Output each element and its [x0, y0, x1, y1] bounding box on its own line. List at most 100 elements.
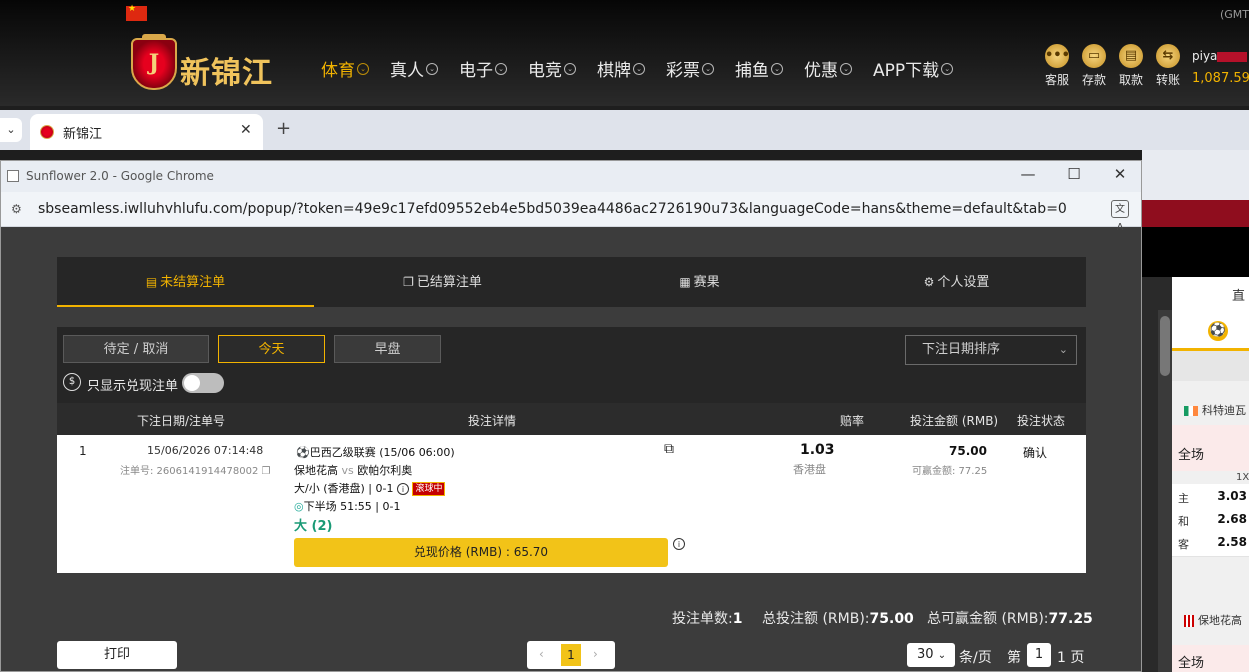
nav-live-casino[interactable]: 真人 ⌄	[390, 56, 438, 81]
nav-promotions[interactable]: 优惠 ⌄	[804, 56, 852, 81]
bet-league: ⚽巴西乙级联赛 (15/06 06:00)	[296, 446, 455, 459]
site-logo-text[interactable]: 新锦江	[180, 48, 273, 92]
browser-tab[interactable]: 新锦江 ✕	[30, 114, 263, 150]
bet-odds: 1.03	[800, 442, 835, 458]
nav-lottery[interactable]: 彩票 ⌄	[666, 56, 714, 81]
row-index: 1	[79, 444, 87, 458]
chevron-down-icon: ⌄	[1058, 343, 1068, 356]
nav-sports[interactable]: 体育 ⌄	[321, 56, 369, 81]
nav-fishing[interactable]: 捕鱼 ⌄	[735, 56, 783, 81]
new-tab-icon[interactable]: +	[276, 118, 291, 139]
side-section-label: 全场	[1178, 448, 1205, 463]
logo-letter: J	[148, 50, 160, 76]
live-badge: 滚球中	[412, 482, 446, 496]
chevron-down-icon: ⌄	[426, 62, 438, 75]
chevron-down-icon: ⌄	[840, 62, 852, 75]
next-page-icon[interactable]: ›	[593, 647, 598, 661]
close-window-icon[interactable]: ✕	[1105, 165, 1135, 183]
side-panel-bar	[1172, 351, 1249, 381]
cash-icon: ▤	[1119, 44, 1143, 68]
withdraw-button[interactable]: ▤ 取款	[1113, 44, 1149, 88]
cashout-only-label: 只显示兑现注单	[87, 379, 179, 394]
chevron-down-icon: ⌄	[702, 62, 714, 75]
bet-stake: 75.00	[949, 444, 987, 458]
money-bag-icon: $	[63, 373, 81, 391]
customer-service-button[interactable]: ••• 客服	[1039, 44, 1075, 88]
main-nav: 体育 ⌄ 真人 ⌄ 电子 ⌄ 电竞 ⌄ 棋牌 ⌄ 彩票 ⌄ 捕鱼 ⌄ 优惠 ⌄ APP下载 ⌄	[321, 56, 974, 81]
side-team-1: 科特迪瓦	[1184, 402, 1246, 418]
bet-tabs: ▤ 未结算注单 ❐ 已结算注单 ▦ 赛果 ⚙ 个人设置	[57, 257, 1086, 307]
popup-window-title: Sunflower 2.0 - Google Chrome	[26, 169, 214, 183]
page-total: 1 页	[1057, 650, 1085, 666]
sort-select[interactable]: 下注日期排序 ⌄	[905, 335, 1077, 365]
wallet-icon: ▭	[1082, 44, 1106, 68]
cashout-button[interactable]: 兑现价格 (RMB) : 65.70	[294, 538, 668, 567]
address-bar[interactable]: ⚙ sbseamless.iwlluhvhlufu.com/popup/?tok…	[1, 192, 1141, 233]
nav-app-download[interactable]: APP下载 ⌄	[873, 56, 954, 81]
col-details: 投注详情	[468, 414, 517, 428]
team-flag-icon	[1184, 406, 1198, 416]
copy-icon[interactable]: ❐	[262, 466, 271, 477]
page-input[interactable]: 1	[1027, 643, 1051, 667]
site-settings-icon[interactable]: ⚙	[11, 202, 22, 216]
transfer-button[interactable]: ⇆ 转账	[1150, 44, 1186, 88]
timezone-label: (GMT	[1219, 8, 1249, 21]
url-text[interactable]: sbseamless.iwlluhvhlufu.com/popup/?token…	[38, 201, 1067, 217]
col-status: 投注状态	[1017, 414, 1066, 428]
maximize-icon[interactable]: ☐	[1059, 165, 1089, 183]
page-icon	[7, 170, 19, 182]
popup-window: Sunflower 2.0 - Google Chrome — ☐ ✕ ⚙ sb…	[0, 160, 1142, 672]
tab-results[interactable]: ▦ 赛果	[571, 257, 828, 307]
nav-esports[interactable]: 电竞 ⌄	[528, 56, 576, 81]
scrollbar-thumb[interactable]	[1160, 316, 1170, 376]
prev-page-icon[interactable]: ‹	[539, 647, 544, 661]
tab-settled[interactable]: ❐ 已结算注单	[314, 257, 571, 307]
table-row: 1 15/06/2026 07:14:48 注单号: 2606141914478…	[57, 435, 1086, 573]
bet-status: 确认	[1023, 446, 1048, 460]
page-1-button[interactable]: 1	[561, 644, 581, 666]
chevron-down-icon: ⌄	[633, 62, 645, 75]
info-icon[interactable]: i	[396, 483, 409, 495]
chevron-down-icon: ⌄	[357, 62, 369, 75]
nav-cards[interactable]: 棋牌 ⌄	[597, 56, 645, 81]
print-button[interactable]: 打印	[57, 641, 177, 669]
chevron-down-icon: ⌄	[941, 62, 954, 75]
bet-period: ◎下半场 51:55 | 0-1	[294, 500, 401, 513]
chevron-down-icon: ⌄	[495, 62, 507, 75]
popup-titlebar[interactable]: Sunflower 2.0 - Google Chrome — ☐ ✕	[1, 161, 1141, 192]
stopwatch-icon: ◎	[294, 500, 304, 513]
col-stake: 投注金额 (RMB)	[910, 414, 999, 428]
side-panel-header: 直	[1172, 277, 1249, 313]
page-prefix: 第	[1007, 650, 1021, 666]
pagination: ‹ 1 ›	[527, 641, 615, 669]
summary-count: 投注单数:1	[672, 611, 743, 627]
filter-area: 待定 / 取消 今天 早盘 下注日期排序 ⌄ $ 只显示兑现注单	[57, 327, 1086, 403]
per-page-select[interactable]: 30 ⌄	[907, 643, 955, 667]
tab-personal-settings[interactable]: ⚙ 个人设置	[828, 257, 1085, 307]
bet-odds-type: 香港盘	[793, 463, 826, 476]
bet-datetime: 15/06/2026 07:14:48	[147, 444, 264, 457]
side-odds-row[interactable]: 客 2.58	[1172, 530, 1249, 557]
info-icon[interactable]: i	[673, 538, 685, 550]
bet-number: 注单号: 2606141914478002 ❐	[120, 466, 271, 477]
filter-early[interactable]: 早盘	[334, 335, 441, 363]
stream-icon[interactable]: ⧉	[664, 441, 674, 457]
deposit-button[interactable]: ▭ 存款	[1076, 44, 1112, 88]
close-tab-icon[interactable]: ✕	[240, 122, 252, 138]
site-logo[interactable]: J	[131, 38, 177, 90]
tab-unsettled[interactable]: ▤ 未结算注单	[57, 257, 314, 307]
filter-pending-cancelled[interactable]: 待定 / 取消	[63, 335, 209, 363]
cashout-only-toggle[interactable]	[182, 373, 224, 393]
tab-title: 新锦江	[63, 127, 103, 142]
filter-today[interactable]: 今天	[218, 335, 325, 363]
minimize-icon[interactable]: —	[1013, 165, 1043, 183]
soccer-ball-icon: ⚽	[1208, 321, 1228, 341]
username[interactable]: piya	[1192, 49, 1248, 63]
nav-slots[interactable]: 电子 ⌄	[459, 56, 507, 81]
col-odds: 赔率	[840, 414, 865, 428]
translate-icon[interactable]: 文A	[1111, 200, 1129, 233]
chevron-down-icon: ⌄	[771, 62, 783, 75]
tab-search-button[interactable]: ⌄	[0, 118, 22, 142]
china-flag-icon[interactable]	[126, 4, 147, 21]
side-section-2-label: 全场	[1178, 656, 1205, 671]
